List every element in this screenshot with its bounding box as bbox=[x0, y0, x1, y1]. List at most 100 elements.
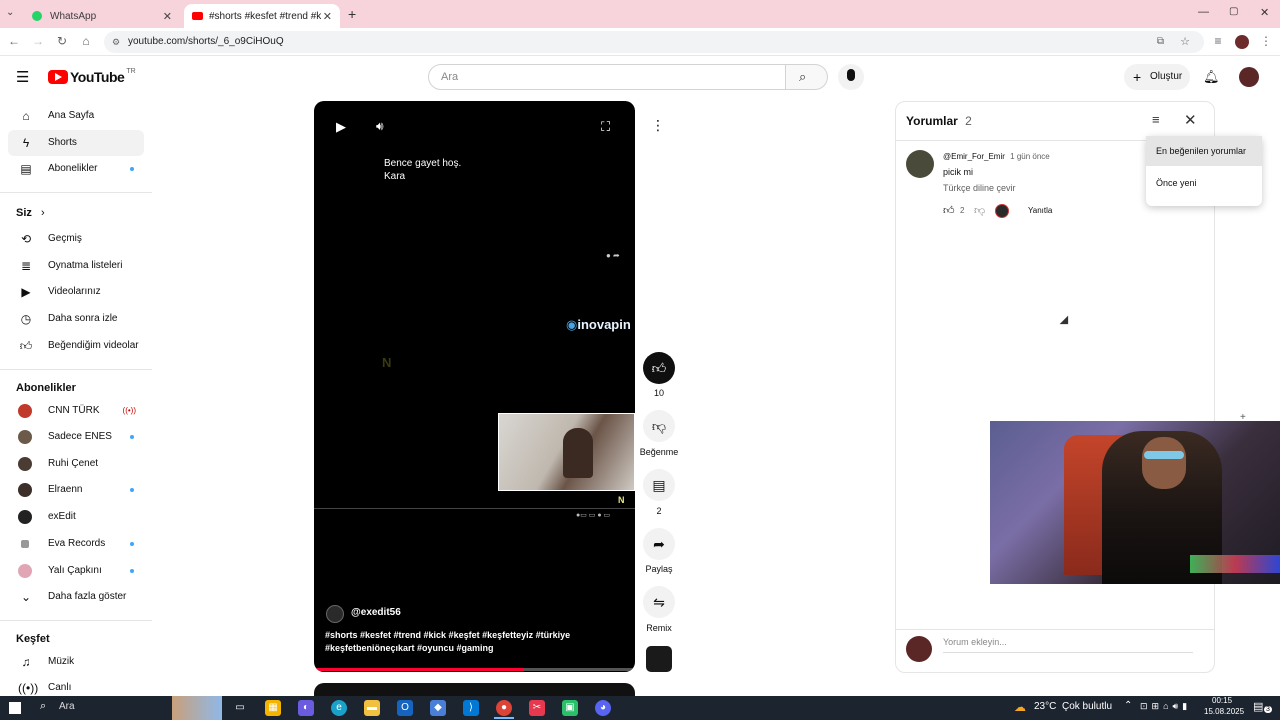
sidebar-you-header[interactable]: Siz › bbox=[16, 207, 45, 219]
shorts-player[interactable]: ▶ 🔊︎ ⛶ Bence gayet hoş. Kara ● ➦ ◉inovap… bbox=[314, 101, 635, 672]
site-info-icon[interactable]: ⚙ bbox=[112, 31, 120, 53]
back-icon[interactable]: ← bbox=[6, 34, 22, 48]
taskbar-search-icon[interactable]: ⌕ bbox=[40, 700, 46, 713]
weather-desc[interactable]: Çok bulutlu bbox=[1062, 701, 1112, 712]
install-icon[interactable]: ⧉ bbox=[1157, 31, 1164, 53]
sidebar-item-music[interactable]: ♫ Müzik bbox=[8, 649, 144, 675]
sidebar-item-subscriptions[interactable]: ▤ Abonelikler bbox=[8, 156, 144, 182]
sidebar-sub-eva-records[interactable]: Eva Records bbox=[8, 531, 144, 557]
tab-search-icon[interactable]: ⌄ bbox=[6, 7, 14, 18]
channel-avatar[interactable] bbox=[326, 605, 344, 623]
tab-youtube-shorts[interactable]: #shorts #kesfet #trend #kick # ✕ bbox=[184, 4, 340, 28]
weather-icon[interactable]: ☁ bbox=[1014, 700, 1026, 714]
browser-toolbar: ← → ↻ ⌂ ⚙ youtube.com/shorts/_6_o9CiHOuQ… bbox=[0, 28, 1280, 56]
sort-icon[interactable]: ≡ bbox=[1152, 112, 1160, 127]
more-options-icon[interactable]: ⋮ bbox=[651, 117, 665, 134]
comment-dislike-button[interactable]: 👎︎ bbox=[974, 204, 985, 217]
bookmark-star-icon[interactable]: ☆ bbox=[1180, 31, 1190, 53]
like-button[interactable]: 👍︎ bbox=[643, 352, 675, 384]
channel-handle[interactable]: @exedit56 bbox=[351, 607, 401, 618]
widgets-icon[interactable]: ▦ bbox=[265, 700, 281, 716]
comment-time[interactable]: 1 gün önce bbox=[1010, 152, 1050, 161]
discord-icon[interactable]: ◕ bbox=[595, 700, 611, 716]
youtube-logo[interactable]: YouTube TR bbox=[48, 68, 136, 85]
search-input[interactable]: Ara bbox=[428, 64, 786, 90]
notification-icon[interactable]: ▤ bbox=[1253, 700, 1263, 713]
sidebar-item-playlists[interactable]: ≣ Oynatma listeleri bbox=[8, 253, 144, 279]
menu-kebab-icon[interactable]: ⋮ bbox=[1258, 34, 1274, 48]
windows-start-icon[interactable] bbox=[9, 702, 21, 714]
sidebar-item-shorts[interactable]: ϟ Shorts bbox=[8, 130, 144, 156]
video-hashtags-line2[interactable]: #keşfetbeniöneçıkart #oyuncu #gaming bbox=[325, 643, 494, 653]
commenter-avatar[interactable] bbox=[906, 150, 934, 178]
video-hashtags-line1[interactable]: #shorts #kesfet #trend #kick #keşfet #ke… bbox=[325, 630, 570, 640]
task-view-icon[interactable]: ▭ bbox=[232, 700, 248, 716]
tray-icons[interactable]: ⊡⊞⌂🔊︎▮ bbox=[1140, 701, 1191, 712]
hamburger-menu-icon[interactable]: ☰ bbox=[16, 68, 29, 86]
sidebar-sub-elraenn[interactable]: Elraenn bbox=[8, 477, 144, 503]
home-button-icon[interactable]: ⌂ bbox=[78, 34, 94, 48]
copilot-icon[interactable]: ◐ bbox=[298, 700, 314, 716]
close-window-icon[interactable]: ✕ bbox=[1260, 6, 1269, 19]
close-tab-icon[interactable]: ✕ bbox=[323, 10, 332, 23]
comment-author[interactable]: @Emir_For_Emir bbox=[943, 152, 1005, 161]
create-button[interactable]: + Oluştur bbox=[1124, 64, 1190, 90]
sidebar-item-watch-later[interactable]: ◷ Daha sonra izle bbox=[8, 306, 144, 332]
edge-icon[interactable]: e bbox=[331, 700, 347, 716]
app-icon[interactable]: ◆ bbox=[430, 700, 446, 716]
weather-temp[interactable]: 23°C bbox=[1034, 701, 1056, 712]
voice-search-button[interactable] bbox=[838, 64, 864, 90]
close-icon[interactable]: ✕ bbox=[1184, 111, 1197, 129]
sort-option-newest[interactable]: Önce yeni bbox=[1146, 168, 1262, 198]
clock-date[interactable]: 15.08.2025 bbox=[1204, 707, 1244, 716]
sidebar-sub-sadece-enes[interactable]: Sadece ENES bbox=[8, 424, 144, 450]
sort-option-top[interactable]: En beğenilen yorumlar bbox=[1146, 136, 1262, 166]
sidebar-show-more[interactable]: ⌄ Daha fazla göster bbox=[8, 584, 144, 610]
add-comment-input[interactable]: Yorum ekleyin... bbox=[943, 637, 1193, 653]
notifications-bell-icon[interactable]: 🔔︎ bbox=[1203, 69, 1220, 85]
search-button[interactable]: ⌕ bbox=[786, 64, 828, 90]
tab-whatsapp[interactable]: WhatsApp ✕ bbox=[24, 4, 180, 28]
sidebar-item-liked-videos[interactable]: 👍︎ Beğendiğim videolar bbox=[8, 333, 144, 359]
sidebar-sub-cnn-turk[interactable]: CNN TÜRK ((•)) bbox=[8, 398, 144, 424]
fullscreen-button[interactable]: ⛶ bbox=[601, 119, 610, 135]
account-avatar[interactable] bbox=[1239, 67, 1259, 87]
sidebar-item-home[interactable]: ⌂ Ana Sayfa bbox=[8, 103, 144, 129]
capcut-icon[interactable]: ✂ bbox=[529, 700, 545, 716]
sound-thumbnail[interactable] bbox=[646, 646, 672, 672]
reload-icon[interactable]: ↻ bbox=[54, 34, 70, 48]
sidebar-sub-yali-capkini[interactable]: Yalı Çapkını bbox=[8, 558, 144, 584]
picture-in-picture-camera[interactable] bbox=[990, 421, 1280, 584]
chrome-icon[interactable]: ● bbox=[496, 700, 512, 716]
comment-like-button[interactable]: 👍︎ bbox=[943, 204, 955, 217]
sidebar-item-live[interactable]: ((•)) Canlı bbox=[8, 675, 144, 695]
remix-button[interactable]: ⇋ bbox=[643, 586, 675, 618]
clock-time[interactable]: 00:15 bbox=[1212, 696, 1232, 705]
new-tab-button[interactable]: + bbox=[348, 6, 356, 22]
reply-button[interactable]: Yanıtla bbox=[1028, 206, 1052, 215]
media-control-icon[interactable]: ≡ bbox=[1210, 34, 1226, 48]
share-button[interactable]: ➦ bbox=[643, 528, 675, 560]
translate-link[interactable]: Türkçe diline çevir bbox=[943, 183, 1016, 193]
outlook-icon[interactable]: O bbox=[397, 700, 413, 716]
spotify-like-icon[interactable]: ▣ bbox=[562, 700, 578, 716]
profile-avatar[interactable] bbox=[1235, 35, 1249, 49]
maximize-icon[interactable]: ▢ bbox=[1229, 6, 1238, 17]
sidebar-sub-ruhi-cenet[interactable]: Ruhi Çenet bbox=[8, 451, 144, 477]
minimize-icon[interactable]: — bbox=[1198, 6, 1209, 18]
volume-button[interactable]: 🔊︎ bbox=[376, 119, 384, 134]
sidebar-item-history[interactable]: ⟲ Geçmiş bbox=[8, 226, 144, 252]
tray-chevron-up-icon[interactable]: ⌃ bbox=[1124, 700, 1132, 711]
taskbar-search-text[interactable]: Ara bbox=[59, 701, 75, 712]
close-tab-icon[interactable]: ✕ bbox=[163, 10, 172, 23]
file-explorer-icon[interactable]: ▬ bbox=[364, 700, 380, 716]
forward-icon[interactable]: → bbox=[30, 34, 46, 48]
play-button[interactable]: ▶ bbox=[336, 119, 346, 135]
dislike-button[interactable]: 👎︎ bbox=[643, 410, 675, 442]
vscode-icon[interactable]: ⟩ bbox=[463, 700, 479, 716]
sidebar-sub-exedit[interactable]: exEdit bbox=[8, 504, 144, 530]
comments-button[interactable]: ▤ bbox=[643, 469, 675, 501]
progress-track[interactable] bbox=[314, 668, 635, 671]
address-bar[interactable]: ⚙ youtube.com/shorts/_6_o9CiHOuQ ⧉ ☆ bbox=[104, 31, 1204, 53]
sidebar-item-your-videos[interactable]: ▶ Videolarınız bbox=[8, 279, 144, 305]
